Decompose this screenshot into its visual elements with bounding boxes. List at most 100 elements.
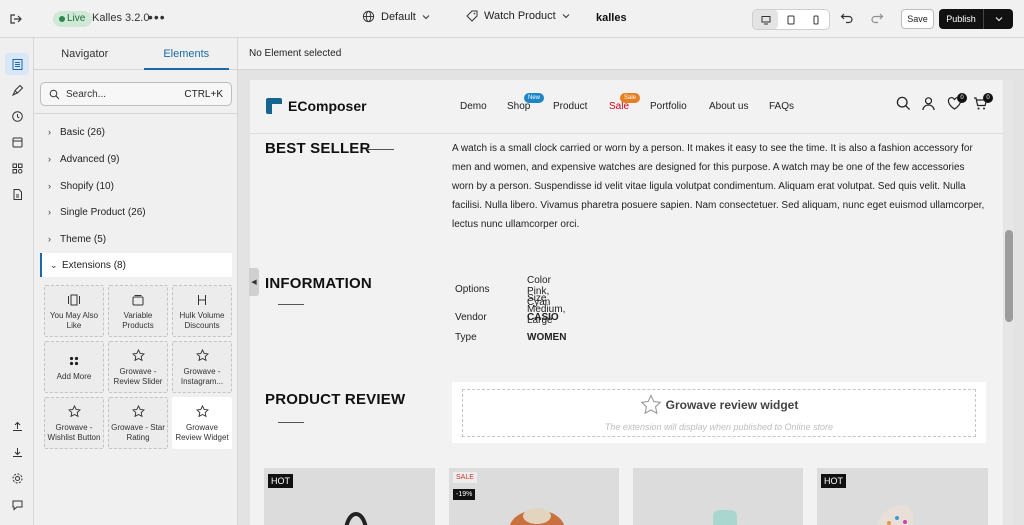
widget-subtitle: The extension will display when publishe… (604, 422, 834, 432)
chevron-down-icon[interactable] (984, 9, 1013, 29)
category-advanced[interactable]: › Advanced (9) (40, 147, 232, 171)
category-label: Advanced (9) (60, 153, 120, 165)
store-logo[interactable]: EComposer (266, 98, 367, 114)
product-card[interactable]: SALE -19% (449, 468, 619, 525)
stack-icon (131, 292, 145, 308)
element-variable-products[interactable]: Variable Products (108, 285, 168, 337)
category-basic[interactable]: › Basic (26) (40, 120, 232, 144)
download-icon[interactable] (5, 441, 29, 463)
title-rule (368, 149, 394, 150)
history-icon[interactable] (5, 105, 29, 127)
category-label: Shopify (10) (60, 180, 114, 192)
tag-icon (466, 10, 478, 22)
selection-status: No Element selected (238, 38, 1024, 70)
wishlist-count: 0 (957, 93, 967, 103)
discount-tag: -19% (453, 489, 476, 500)
grid-dots-icon (68, 353, 80, 369)
product-card[interactable]: HOT (264, 468, 435, 525)
search-input[interactable]: Search... CTRL+K (40, 82, 232, 106)
tab-navigator[interactable]: Navigator (34, 38, 136, 69)
page-preview[interactable]: EComposer Demo Shop New Product Sale Sal… (250, 80, 1003, 525)
logo-text: EComposer (288, 98, 367, 114)
nav-product[interactable]: Product (553, 101, 587, 112)
nav-portfolio[interactable]: Portfolio (650, 101, 687, 112)
element-you-may-also-like[interactable]: You May Also Like (44, 285, 104, 337)
product-card[interactable] (633, 468, 803, 525)
brush-icon[interactable] (5, 79, 29, 101)
info-value: WOMEN (527, 332, 567, 343)
top-bar: Live Kalles 3.2.0 ••• Default Watch Prod… (0, 0, 1024, 38)
exit-icon[interactable] (6, 9, 26, 29)
hot-tag: HOT (821, 474, 846, 488)
publish-label: Publish (939, 9, 984, 29)
globe-icon (362, 10, 375, 23)
wishlist-icon[interactable]: 0 (947, 93, 967, 114)
category-extensions[interactable]: ⌄ Extensions (8) (40, 253, 232, 277)
element-growave-wishlist-button[interactable]: Growave - Wishlist Button (44, 397, 104, 449)
redo-icon[interactable] (870, 10, 884, 27)
more-options-button[interactable]: ••• (148, 9, 166, 25)
store-header: EComposer Demo Shop New Product Sale Sal… (250, 80, 1003, 134)
element-label: Instagram... (180, 376, 224, 386)
page-label: Watch Product (484, 10, 556, 22)
mobile-icon[interactable] (804, 10, 829, 29)
category-theme[interactable]: › Theme (5) (40, 227, 232, 251)
page-selector[interactable]: Watch Product (466, 10, 570, 22)
widget-title: Growave review widget (640, 394, 798, 416)
left-rail (0, 38, 34, 525)
chat-icon[interactable] (5, 493, 29, 515)
undo-icon[interactable] (840, 10, 854, 27)
info-key: Type (455, 332, 477, 343)
element-label: Hulk Volume (179, 310, 225, 320)
element-label: Add More (56, 371, 92, 381)
search-icon[interactable] (896, 96, 911, 114)
language-label: Default (381, 10, 416, 23)
chevron-right-icon: › (48, 207, 51, 217)
box-icon[interactable] (5, 131, 29, 153)
layers-icon[interactable] (5, 53, 29, 75)
gear-icon[interactable] (5, 467, 29, 489)
preview-scrollbar[interactable] (1004, 80, 1014, 525)
nav-about-us[interactable]: About us (709, 101, 748, 112)
nav-demo[interactable]: Demo (460, 101, 487, 112)
element-growave-review-widget[interactable]: Growave Review Widget (172, 397, 232, 449)
element-label: Growave - (55, 422, 93, 432)
upload-icon[interactable] (5, 415, 29, 437)
element-label: Review Widget (175, 432, 229, 442)
cart-icon[interactable]: 0 (973, 93, 993, 114)
extensions-grid: You May Also Like Variable Products Hulk… (44, 285, 234, 449)
star-icon (131, 348, 145, 364)
file-icon[interactable] (5, 183, 29, 205)
element-growave-review-slider[interactable]: Growave - Review Slider (108, 341, 168, 393)
language-selector[interactable]: Default (362, 10, 430, 23)
tablet-icon[interactable] (778, 10, 803, 29)
element-label: Growave - (183, 366, 221, 376)
product-description: A watch is a small clock carried or worn… (452, 143, 985, 230)
chevron-down-icon: ⌄ (50, 259, 58, 270)
element-growave-instagram[interactable]: Growave - Instagram... (172, 341, 232, 393)
scrollbar-thumb[interactable] (1005, 230, 1013, 322)
apps-icon[interactable] (5, 157, 29, 179)
category-single-product[interactable]: › Single Product (26) (40, 200, 232, 224)
save-button[interactable]: Save (901, 9, 934, 29)
sale-tag: SALE (453, 472, 477, 483)
review-widget-placeholder[interactable]: Growave review widget The extension will… (452, 382, 986, 443)
element-label: Growave - (119, 366, 157, 376)
collapse-panel-handle[interactable]: ◀ (249, 268, 259, 296)
category-shopify[interactable]: › Shopify (10) (40, 174, 232, 198)
device-switcher (752, 9, 830, 30)
element-add-more[interactable]: Add More (44, 341, 104, 393)
product-image (713, 510, 737, 525)
account-icon[interactable] (921, 96, 936, 114)
info-key: Vendor (455, 312, 487, 323)
tab-elements[interactable]: Elements (136, 38, 238, 70)
element-hulk-volume-discounts[interactable]: Hulk Volume Discounts (172, 285, 232, 337)
desktop-icon[interactable] (753, 10, 779, 29)
nav-faqs[interactable]: FAQs (769, 101, 794, 112)
chevron-down-icon (422, 14, 430, 19)
product-card[interactable]: HOT (817, 468, 988, 525)
best-seller-title: BEST SELLER (265, 140, 371, 157)
element-growave-star-rating[interactable]: Growave - Star Rating (108, 397, 168, 449)
publish-button[interactable]: Publish (939, 9, 1013, 29)
star-icon (640, 394, 662, 415)
